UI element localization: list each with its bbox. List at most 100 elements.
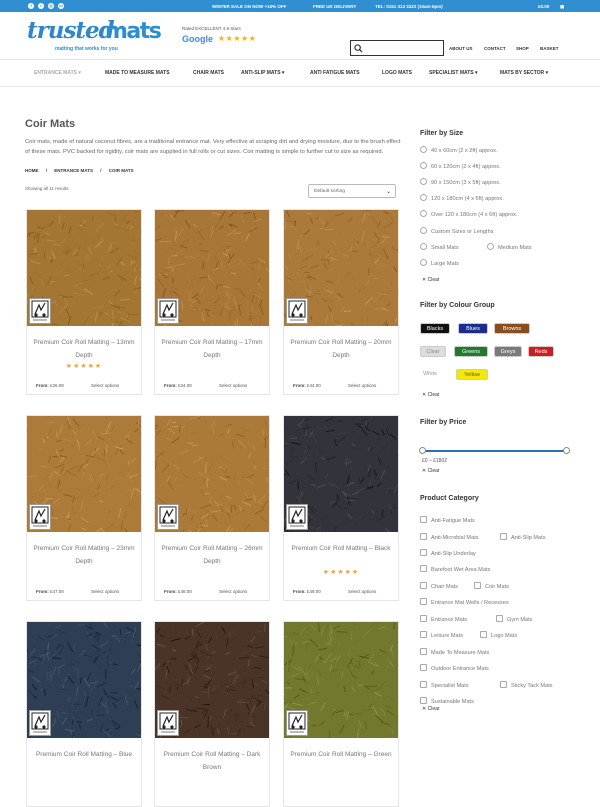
checkbox-icon[interactable] bbox=[420, 648, 427, 655]
product-image[interactable] bbox=[27, 622, 141, 738]
size-option[interactable]: Over 120 x 180cm (4 x 6ft) approx. bbox=[420, 210, 517, 218]
colour-chip-blacks[interactable]: Blacks bbox=[420, 323, 450, 334]
category-option[interactable]: Anti-Fatigue Mats bbox=[420, 516, 475, 524]
nav-shop[interactable]: SHOP bbox=[516, 46, 529, 51]
product-card[interactable]: Premium Coir Roll Matting – 13mm Depth★★… bbox=[26, 209, 142, 395]
select-options-button[interactable]: Select options bbox=[348, 589, 376, 594]
category-option[interactable]: Anti-Slip Mats bbox=[500, 533, 546, 541]
product-image[interactable] bbox=[284, 210, 398, 326]
size-option[interactable]: Custom Sizes or Lengths bbox=[420, 227, 494, 235]
product-card[interactable]: Premium Coir Roll Matting – Black★★★★★Fr… bbox=[283, 415, 399, 601]
radio-icon[interactable] bbox=[487, 243, 494, 250]
checkbox-icon[interactable] bbox=[500, 533, 507, 540]
checkbox-icon[interactable] bbox=[420, 533, 427, 540]
radio-icon[interactable] bbox=[420, 194, 427, 201]
checkbox-icon[interactable] bbox=[420, 598, 427, 605]
product-name[interactable]: Premium Coir Roll Matting – 20mm Depth bbox=[288, 336, 394, 362]
nav-chair-mats[interactable]: CHAIR MATS bbox=[193, 70, 224, 76]
category-option[interactable]: Coir Mats bbox=[474, 582, 509, 590]
radio-icon[interactable] bbox=[420, 227, 427, 234]
cart-icon[interactable]: ▣ bbox=[560, 4, 564, 10]
colour-chip-white[interactable]: White bbox=[420, 369, 440, 380]
colour-chip-greys[interactable]: Greys bbox=[494, 346, 522, 357]
price-slider-min-handle[interactable] bbox=[419, 447, 426, 454]
product-name[interactable]: Premium Coir Roll Matting – 13mm Depth bbox=[31, 336, 137, 362]
breadcrumb-home[interactable]: HOME bbox=[25, 168, 39, 173]
category-option[interactable]: Anti-Microbial Mats bbox=[420, 533, 479, 541]
size-option[interactable]: 120 x 180cm (4 x 6ft) approx. bbox=[420, 194, 504, 202]
category-option[interactable]: Barefoot Wet Area Mats bbox=[420, 565, 490, 573]
nav-anti-slip-mats[interactable]: ANTI-SLIP MATS ▾ bbox=[241, 70, 284, 76]
search-input[interactable] bbox=[350, 40, 444, 56]
nav-anti-fatigue-mats[interactable]: ANTI FATIGUE MATS bbox=[310, 70, 360, 76]
nav-about-us[interactable]: ABOUT US bbox=[449, 46, 473, 51]
checkbox-icon[interactable] bbox=[420, 664, 427, 671]
product-name[interactable]: Premium Coir Roll Matting – 26mm Depth bbox=[159, 542, 265, 568]
product-name[interactable]: Premium Coir Roll Matting – Black bbox=[288, 542, 394, 555]
instagram-icon[interactable]: ◎ bbox=[48, 3, 54, 9]
price-slider-max-handle[interactable] bbox=[563, 447, 570, 454]
product-card[interactable]: Premium Coir Roll Matting – Green bbox=[283, 621, 399, 807]
checkbox-icon[interactable] bbox=[420, 681, 427, 688]
product-image[interactable] bbox=[284, 416, 398, 532]
product-image[interactable] bbox=[155, 416, 269, 532]
product-name[interactable]: Premium Coir Roll Matting – 23mm Depth bbox=[31, 542, 137, 568]
size-option[interactable]: 60 x 120cm (2 x 4ft) approx. bbox=[420, 162, 501, 170]
category-option[interactable]: Outdoor Entrance Mats bbox=[420, 664, 489, 672]
product-card[interactable]: Premium Coir Roll Matting – Blue bbox=[26, 621, 142, 807]
category-option[interactable]: Anti-Slip Underlay bbox=[420, 549, 476, 557]
select-options-button[interactable]: Select options bbox=[91, 589, 119, 594]
select-options-button[interactable]: Select options bbox=[219, 589, 247, 594]
product-image[interactable] bbox=[27, 416, 141, 532]
nav-contact[interactable]: CONTACT bbox=[484, 46, 506, 51]
colour-chip-browns[interactable]: Browns bbox=[494, 323, 530, 334]
category-option[interactable]: Specialist Mats bbox=[420, 681, 469, 689]
product-name[interactable]: Premium Coir Roll Matting – Green bbox=[288, 748, 394, 761]
radio-icon[interactable] bbox=[420, 146, 427, 153]
size-option[interactable]: Large Mats bbox=[420, 259, 459, 267]
radio-icon[interactable] bbox=[420, 178, 427, 185]
google-rating[interactable]: Rated EXCELLENT 4.9 Stars Google ★★★★★ bbox=[182, 26, 262, 50]
facebook-icon[interactable]: f bbox=[28, 3, 34, 9]
category-option[interactable]: Gym Mats bbox=[496, 615, 532, 623]
colour-chip-blues[interactable]: Blues bbox=[458, 323, 488, 334]
size-option[interactable]: Small Mats bbox=[420, 243, 459, 251]
colour-filter-clear[interactable]: ✕ Clear bbox=[422, 392, 440, 398]
product-image[interactable] bbox=[27, 210, 141, 326]
checkbox-icon[interactable] bbox=[420, 615, 427, 622]
radio-icon[interactable] bbox=[420, 162, 427, 169]
checkbox-icon[interactable] bbox=[420, 697, 427, 704]
size-option[interactable]: 40 x 60cm (2 x 2ft) approx. bbox=[420, 146, 498, 154]
product-card[interactable]: Premium Coir Roll Matting – 26mm DepthFr… bbox=[154, 415, 270, 601]
product-image[interactable] bbox=[155, 210, 269, 326]
product-name[interactable]: Premium Coir Roll Matting – 17mm Depth bbox=[159, 336, 265, 362]
category-option[interactable]: Sustainable Mats bbox=[420, 697, 474, 705]
nav-entrance-mats[interactable]: ENTRANCE MATS ▾ bbox=[34, 70, 81, 76]
product-card[interactable]: Premium Coir Roll Matting – Dark Brown bbox=[154, 621, 270, 807]
colour-chip-yellow[interactable]: Yellow bbox=[456, 369, 488, 380]
product-card[interactable]: Premium Coir Roll Matting – 23mm DepthFr… bbox=[26, 415, 142, 601]
radio-icon[interactable] bbox=[420, 243, 427, 250]
cart-total[interactable]: £0.00 bbox=[538, 4, 549, 9]
category-option[interactable]: Entrance Mats bbox=[420, 615, 467, 623]
sort-select[interactable]: Default sorting ⌄ bbox=[308, 184, 396, 198]
colour-chip-greens[interactable]: Greens bbox=[454, 346, 488, 357]
category-option[interactable]: Leisure Mats bbox=[420, 631, 463, 639]
checkbox-icon[interactable] bbox=[420, 516, 427, 523]
nav-logo-mats[interactable]: LOGO MATS bbox=[382, 70, 412, 76]
price-slider[interactable] bbox=[422, 450, 567, 452]
site-logo[interactable]: trusted mats matting that works for you bbox=[27, 17, 152, 55]
product-image[interactable] bbox=[284, 622, 398, 738]
nav-made-to-measure-mats[interactable]: MADE TO MEASURE MATS bbox=[105, 70, 170, 76]
size-filter-clear[interactable]: ✕ Clear bbox=[422, 277, 440, 283]
breadcrumb-entrance-mats[interactable]: ENTRANCE MATS bbox=[54, 168, 93, 173]
checkbox-icon[interactable] bbox=[420, 582, 427, 589]
category-option[interactable]: Logo Mats bbox=[480, 631, 517, 639]
checkbox-icon[interactable] bbox=[496, 615, 503, 622]
category-option[interactable]: Sticky Tack Mats bbox=[500, 681, 553, 689]
nav-specialist-mats[interactable]: SPECIALIST MATS ▾ bbox=[429, 70, 478, 76]
colour-chip-reds[interactable]: Reds bbox=[528, 346, 554, 357]
category-filter-clear[interactable]: ✕ Clear bbox=[422, 706, 440, 712]
checkbox-icon[interactable] bbox=[480, 631, 487, 638]
size-option[interactable]: 90 x 150cm (3 x 5ft) approx. bbox=[420, 178, 501, 186]
